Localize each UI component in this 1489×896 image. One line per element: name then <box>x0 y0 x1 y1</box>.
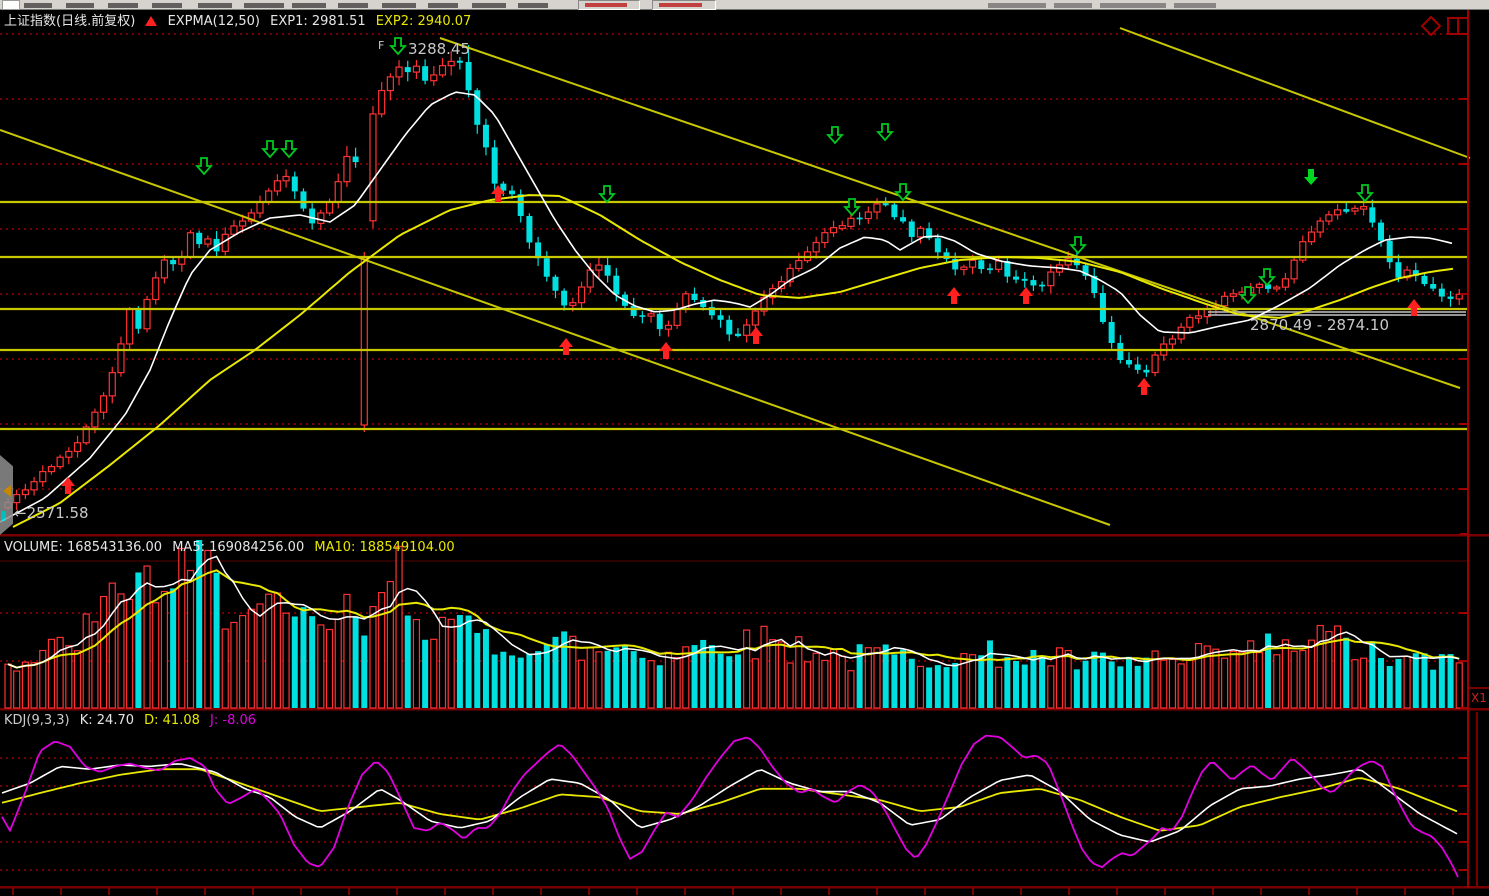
corner-icon-group <box>1420 15 1472 37</box>
gap-range-label: 2870.49 - 2874.10 <box>1250 316 1389 334</box>
slide-arrow-icon <box>3 485 11 497</box>
volume-ma10-value: MA10: 188549104.00 <box>314 540 454 555</box>
sell-signal-arrow <box>828 127 842 143</box>
sell-signal-arrow <box>1071 237 1085 253</box>
volume-value: VOLUME: 168543136.00 <box>4 540 162 555</box>
drawn-lines <box>0 28 1470 525</box>
window-split-icon[interactable] <box>1448 18 1468 34</box>
peak-f-marker: F <box>378 39 384 52</box>
symbol-title: 上证指数(日线.前复权) <box>4 14 135 29</box>
sell-signal-arrow <box>878 124 892 140</box>
sell-signal-arrow <box>197 158 211 174</box>
signal-arrows <box>61 38 1421 494</box>
chart-canvas[interactable] <box>0 0 1489 896</box>
panel-slide-handle[interactable] <box>0 455 13 535</box>
gridlines <box>0 34 1468 870</box>
stock-app-window: { "main": { "title": "上证指数(日线.前复权)", "in… <box>0 0 1489 896</box>
slide-marker <box>1 511 6 521</box>
sell-signal-arrow <box>600 186 614 202</box>
buy-signal-arrow <box>1407 299 1421 316</box>
kdj-lines <box>2 736 1458 878</box>
buy-signal-arrow <box>659 342 673 359</box>
buy-signal-arrow <box>61 477 75 494</box>
kdj-j-value: J: -8.06 <box>210 713 256 728</box>
kdj-d-value: D: 41.08 <box>144 713 200 728</box>
sell-signal-arrow <box>1358 185 1372 201</box>
panel-separators <box>0 534 1489 889</box>
volume-title-row: VOLUME: 168543136.00 MA5: 169084256.00 M… <box>4 540 461 555</box>
main-chart-title-row: 上证指数(日线.前复权) EXPMA(12,50) EXP1: 2981.51 … <box>4 10 477 29</box>
sell-signal-arrow <box>263 141 277 157</box>
kdj-title-row: KDJ(9,3,3) K: 24.70 D: 41.08 J: -8.06 <box>4 713 262 728</box>
buy-signal-arrow <box>749 327 763 344</box>
kdj-k-value: K: 24.70 <box>80 713 134 728</box>
candlestick-series <box>5 45 1462 510</box>
exp1-value: EXP1: 2981.51 <box>270 14 366 29</box>
up-arrow-icon <box>145 16 157 26</box>
sell-signal-arrow <box>391 38 405 54</box>
buy-signal-arrow <box>1137 378 1151 395</box>
kdj-indicator-label: KDJ(9,3,3) <box>4 713 70 728</box>
exp2-value: EXP2: 2940.07 <box>376 14 472 29</box>
sell-signal-arrow <box>1260 269 1274 285</box>
buy-signal-arrow <box>1019 287 1033 304</box>
start-price-label: ←2571.58 <box>14 504 89 522</box>
price-axis <box>13 10 1489 895</box>
volume-ma5-value: MA5: 169084256.00 <box>172 540 304 555</box>
peak-price-label: 3288.45 <box>408 40 470 58</box>
indicator-label: EXPMA(12,50) <box>168 14 260 29</box>
sell-signal-arrow <box>282 141 296 157</box>
volume-unit-label: X1 <box>1471 691 1487 705</box>
diamond-icon[interactable] <box>1422 17 1440 35</box>
volume-bars <box>5 540 1462 708</box>
sell-signal-arrow-solid <box>1304 169 1318 185</box>
buy-signal-arrow <box>559 338 573 355</box>
buy-signal-arrow <box>947 287 961 304</box>
